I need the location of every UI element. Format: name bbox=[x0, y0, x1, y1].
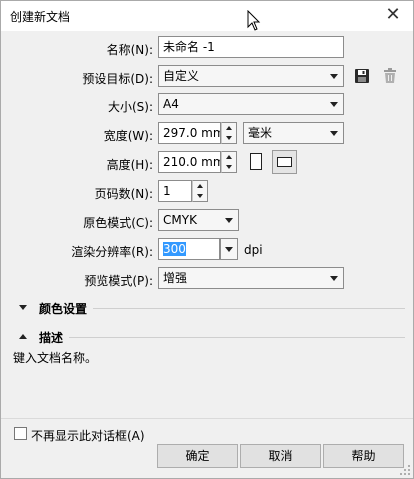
height-stepper[interactable] bbox=[221, 151, 237, 173]
expand-icon bbox=[19, 305, 27, 310]
unit-value: 毫米 bbox=[248, 126, 273, 140]
size-value: A4 bbox=[163, 97, 179, 111]
chevron-up-icon[interactable] bbox=[226, 126, 232, 130]
resolution-label: 渲染分辨率(R): bbox=[71, 245, 153, 259]
color-mode-select[interactable]: CMYK bbox=[158, 209, 239, 231]
size-label: 大小(S): bbox=[107, 100, 153, 114]
description-text: 键入文档名称。 bbox=[13, 351, 98, 365]
section-divider bbox=[69, 337, 405, 338]
footer-divider bbox=[1, 418, 413, 419]
help-button[interactable]: 帮助 bbox=[323, 444, 404, 468]
landscape-icon bbox=[277, 157, 292, 167]
height-input[interactable]: 210.0 mm bbox=[158, 151, 221, 173]
chevron-down-icon bbox=[225, 247, 233, 252]
preset-value: 自定义 bbox=[163, 69, 200, 83]
chevron-down-icon[interactable] bbox=[197, 194, 203, 198]
delete-preset-icon[interactable] bbox=[381, 67, 399, 85]
chevron-down-icon bbox=[225, 218, 233, 223]
preset-label: 预设目标(D): bbox=[82, 72, 153, 86]
chevron-up-icon[interactable] bbox=[226, 155, 232, 159]
chevron-down-icon bbox=[330, 74, 338, 79]
chevron-up-icon[interactable] bbox=[197, 184, 203, 188]
chevron-down-icon[interactable] bbox=[226, 165, 232, 169]
description-title: 描述 bbox=[39, 331, 64, 345]
dont-show-checkbox[interactable] bbox=[14, 427, 27, 440]
resolution-unit: dpi bbox=[244, 243, 263, 257]
resolution-value: 300 bbox=[163, 242, 186, 256]
width-label: 宽度(W): bbox=[103, 129, 153, 143]
collapse-icon bbox=[19, 334, 27, 339]
preview-mode-select[interactable]: 增强 bbox=[158, 267, 344, 289]
mouse-cursor-icon bbox=[247, 10, 261, 31]
ok-button[interactable]: 确定 bbox=[157, 444, 238, 468]
preview-mode-value: 增强 bbox=[163, 271, 188, 285]
dont-show-label[interactable]: 不再显示此对话框(A) bbox=[31, 427, 145, 444]
chevron-down-icon bbox=[330, 276, 338, 281]
width-stepper[interactable] bbox=[221, 122, 237, 144]
unit-select[interactable]: 毫米 bbox=[243, 122, 344, 144]
resolution-dropdown[interactable] bbox=[220, 238, 238, 260]
dialog-title: 创建新文档 bbox=[10, 10, 71, 24]
pages-input[interactable]: 1 bbox=[158, 180, 192, 202]
landscape-button[interactable] bbox=[272, 150, 297, 174]
width-input[interactable]: 297.0 mm bbox=[158, 122, 221, 144]
pages-stepper[interactable] bbox=[192, 180, 208, 202]
height-label: 高度(H): bbox=[106, 158, 153, 172]
close-icon[interactable]: ✕ bbox=[381, 3, 405, 27]
section-divider bbox=[93, 308, 405, 309]
create-document-dialog: 创建新文档 ✕ 名称(N): 未命名 -1 预设目标(D): 自定义 大小(S)… bbox=[0, 0, 414, 479]
preset-select[interactable]: 自定义 bbox=[158, 65, 344, 87]
cancel-button[interactable]: 取消 bbox=[240, 444, 321, 468]
portrait-icon[interactable] bbox=[250, 153, 262, 170]
chevron-down-icon[interactable] bbox=[226, 136, 232, 140]
color-mode-label: 原色模式(C): bbox=[83, 216, 153, 230]
chevron-down-icon bbox=[330, 102, 338, 107]
chevron-down-icon bbox=[330, 131, 338, 136]
name-label: 名称(N): bbox=[106, 43, 153, 57]
size-select[interactable]: A4 bbox=[158, 93, 344, 115]
preview-mode-label: 预览模式(P): bbox=[84, 274, 153, 288]
title-bar: 创建新文档 ✕ bbox=[1, 1, 413, 31]
color-mode-value: CMYK bbox=[163, 213, 197, 227]
save-preset-icon[interactable] bbox=[353, 67, 371, 85]
name-input[interactable]: 未命名 -1 bbox=[158, 36, 344, 58]
color-settings-title: 颜色设置 bbox=[39, 302, 88, 316]
resolution-input[interactable]: 300 bbox=[158, 238, 220, 260]
resize-grip-icon[interactable] bbox=[399, 464, 411, 476]
pages-label: 页码数(N): bbox=[94, 187, 153, 201]
